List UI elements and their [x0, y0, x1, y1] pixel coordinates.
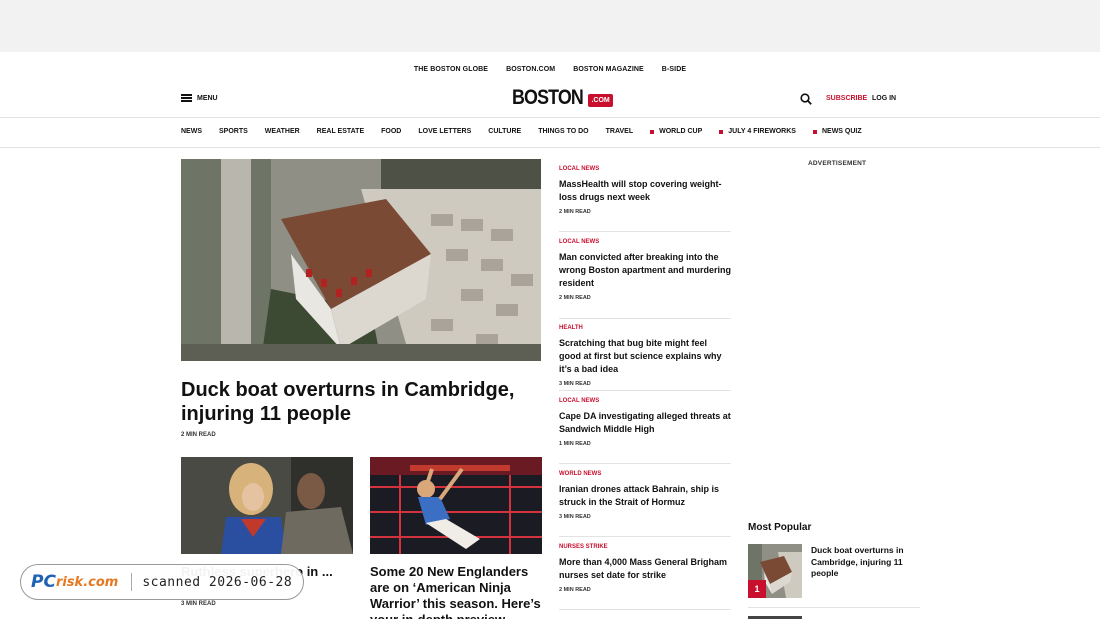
nav-marker-icon: [650, 129, 655, 134]
story-category[interactable]: LOCAL NEWS: [559, 398, 731, 404]
nav-item-label: LOVE LETTERS: [418, 128, 472, 135]
story-item[interactable]: WORLD NEWS Iranian drones attack Bahrain,…: [559, 471, 731, 537]
story-read-time: 1 MIN READ: [559, 441, 591, 447]
nav-item-sports[interactable]: SPORTS: [219, 128, 248, 135]
story-headline[interactable]: MassHealth will stop covering weight-los…: [559, 178, 731, 204]
watermark-divider: [131, 573, 133, 591]
nav-item-label: JULY 4 FIREWORKS: [728, 128, 796, 135]
nav-item-news-quiz[interactable]: NEWS QUIZ: [812, 128, 862, 135]
story-read-time: 3 MIN READ: [559, 381, 591, 387]
nav-marker-icon: [812, 129, 817, 134]
most-popular-rank-badge: 1: [748, 580, 766, 598]
brand-link-globe[interactable]: THE BOSTON GLOBE: [414, 66, 488, 73]
hamburger-icon: [181, 94, 192, 102]
nav-item-label: THINGS TO DO: [538, 128, 589, 135]
hero-headline[interactable]: Duck boat overturns in Cambridge, injuri…: [181, 378, 551, 426]
nav-item-label: CULTURE: [488, 128, 522, 135]
story-category[interactable]: LOCAL NEWS: [559, 166, 731, 172]
story-headline[interactable]: Scratching that bug bite might feel good…: [559, 337, 731, 376]
nav-item-label: WEATHER: [264, 128, 300, 135]
advertisement-label: ADVERTISEMENT: [808, 160, 867, 167]
nav-item-label: REAL ESTATE: [316, 128, 365, 135]
story-category[interactable]: NURSES STRIKE: [559, 544, 731, 550]
pcrisk-watermark: PC risk.com scanned 2026-06-28: [20, 564, 304, 600]
nav-item-things-to-do[interactable]: THINGS TO DO: [538, 128, 588, 135]
nav-item-label: NEWS: [181, 128, 202, 135]
card-headline-ninja-warrior[interactable]: Some 20 New Englanders are on ‘American …: [370, 564, 542, 619]
story-headline[interactable]: Iranian drones attack Bahrain, ship is s…: [559, 483, 731, 509]
nav-item-label: SPORTS: [219, 128, 248, 135]
story-item[interactable]: LOCAL NEWS Man convicted after breaking i…: [559, 239, 731, 319]
story-read-time: 2 MIN READ: [559, 587, 591, 593]
story-read-time: 2 MIN READ: [559, 209, 591, 215]
site-logo[interactable]: BOSTON .COM: [512, 86, 613, 110]
brand-link-bside[interactable]: B-SIDE: [662, 66, 686, 73]
most-popular-headline-1[interactable]: Duck boat overturns in Cambridge, injuri…: [811, 545, 921, 580]
story-read-time: 2 MIN READ: [559, 295, 591, 301]
nav-item-weather[interactable]: WEATHER: [265, 128, 300, 135]
menu-button[interactable]: MENU: [181, 94, 218, 102]
login-link[interactable]: LOG IN: [872, 95, 896, 102]
search-icon[interactable]: [800, 93, 812, 105]
network-brands: THE BOSTON GLOBE BOSTON.COM BOSTON MAGAZ…: [0, 66, 1100, 73]
menu-label: MENU: [197, 94, 218, 102]
nav-item-label: FOOD: [381, 128, 402, 135]
brand-link-bostoncom[interactable]: BOSTON.COM: [506, 66, 555, 73]
hero-read-time: 2 MIN READ: [181, 432, 216, 438]
story-category[interactable]: HEALTH: [559, 325, 731, 331]
story-item[interactable]: LOCAL NEWS Cape DA investigating alleged …: [559, 398, 731, 464]
story-headline[interactable]: Cape DA investigating alleged threats at…: [559, 410, 731, 436]
nav-item-label: WORLD CUP: [659, 128, 703, 135]
nav-marker-icon: [719, 129, 724, 134]
nav-item-culture[interactable]: CULTURE: [488, 128, 521, 135]
story-category[interactable]: WORLD NEWS: [559, 471, 731, 477]
subscribe-link[interactable]: SUBSCRIBE: [826, 95, 867, 102]
nav-item-label: TRAVEL: [605, 128, 634, 135]
card-read-time-superhero: 3 MIN READ: [181, 601, 216, 607]
story-headline[interactable]: Man convicted after breaking into the wr…: [559, 251, 731, 290]
nav-item-world-cup[interactable]: WORLD CUP: [650, 128, 702, 135]
story-category[interactable]: LOCAL NEWS: [559, 239, 731, 245]
brand-link-magazine[interactable]: BOSTON MAGAZINE: [573, 66, 644, 73]
nav-item-news[interactable]: NEWS: [181, 128, 202, 135]
top-ad-banner: [0, 0, 1100, 52]
nav-item-travel[interactable]: TRAVEL: [606, 128, 633, 135]
most-popular-divider: [748, 607, 920, 608]
scan-date-text: scanned 2026-06-28: [142, 574, 293, 590]
card-image-superhero[interactable]: [181, 457, 353, 554]
story-read-time: 3 MIN READ: [559, 514, 591, 520]
nav-item-july-4-fireworks[interactable]: JULY 4 FIREWORKS: [719, 128, 796, 135]
hero-image-duck-boat[interactable]: [181, 159, 541, 361]
card-image-ninja-warrior[interactable]: [370, 457, 542, 554]
story-item[interactable]: HEALTH Scratching that bug bite might fee…: [559, 325, 731, 391]
pcrisk-logo: PC risk.com: [31, 572, 118, 592]
nav-item-love-letters[interactable]: LOVE LETTERS: [418, 128, 471, 135]
section-nav: NEWS SPORTS WEATHER REAL ESTATE FOOD LOVE LET…: [0, 117, 1100, 148]
logo-suffix: .COM: [588, 93, 613, 107]
story-headline[interactable]: More than 4,000 Mass General Brigham nur…: [559, 556, 731, 582]
nav-item-real-estate[interactable]: REAL ESTATE: [317, 128, 364, 135]
story-item[interactable]: NURSES STRIKE More than 4,000 Mass Genera…: [559, 544, 731, 610]
pcrisk-logo-risk: risk.com: [55, 574, 119, 590]
story-item[interactable]: LOCAL NEWS MassHealth will stop covering …: [559, 166, 731, 232]
nav-item-food[interactable]: FOOD: [381, 128, 401, 135]
most-popular-heading: Most Popular: [748, 522, 812, 533]
pcrisk-logo-pc: PC: [31, 572, 56, 592]
logo-word: BOSTON: [512, 86, 584, 109]
nav-item-label: NEWS QUIZ: [821, 128, 862, 135]
